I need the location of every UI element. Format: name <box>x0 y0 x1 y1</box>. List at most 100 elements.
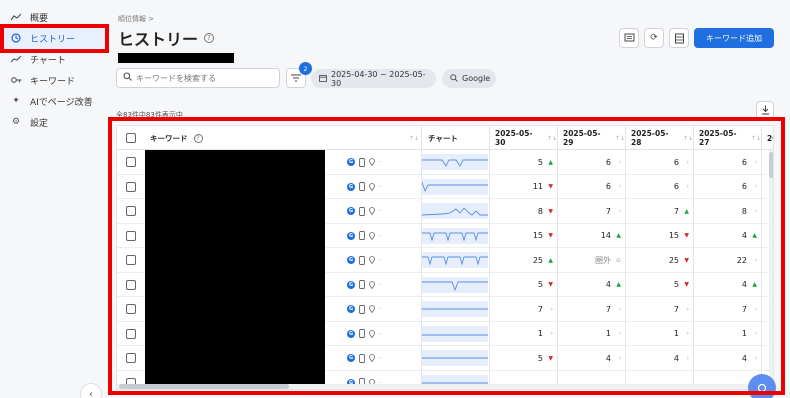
vertical-scrollbar-thumb[interactable] <box>769 152 773 178</box>
keyword-help-icon[interactable]: ? <box>193 133 203 143</box>
date-column-header[interactable]: 2025-05-28 ↑↓ <box>631 126 693 150</box>
row-checkbox[interactable] <box>126 304 136 314</box>
sidebar-item-overview[interactable]: 概要 <box>0 7 108 27</box>
chevron-left-icon: ‹ <box>89 388 93 398</box>
mobile-icon <box>359 280 365 289</box>
page-title: ヒストリー ? <box>118 26 215 50</box>
rank-flat-icon: › <box>754 305 757 313</box>
download-button[interactable] <box>756 101 774 119</box>
row-checkbox[interactable] <box>126 255 136 265</box>
location-pin-icon <box>369 329 375 338</box>
search-input[interactable] <box>136 73 276 83</box>
chart-icon <box>10 53 22 65</box>
refresh-button[interactable]: ⟳ <box>644 28 664 48</box>
history-icon <box>10 32 22 44</box>
rank-value: 6 <box>605 182 611 191</box>
keyword-search[interactable] <box>116 68 280 88</box>
sidebar-item-history[interactable]: ヒストリー <box>0 28 108 48</box>
print-button[interactable] <box>669 28 689 48</box>
date-column-header[interactable]: 20 <box>767 126 773 150</box>
breadcrumb[interactable]: 順位情報 > <box>118 14 154 24</box>
row-select-cell <box>126 273 136 297</box>
rank-value: 25 <box>532 255 543 265</box>
sidebar-item-label: ヒストリー <box>30 34 76 45</box>
comment-button[interactable] <box>619 28 639 48</box>
keyword-meta-icons: G · <box>347 346 381 370</box>
keyword-header-label: キーワード <box>150 133 188 143</box>
horizontal-scrollbar[interactable] <box>117 384 773 389</box>
mobile-icon <box>359 157 365 167</box>
rank-cell: 6 › <box>557 175 625 199</box>
row-select-cell <box>126 224 136 248</box>
rank-value: 6 <box>605 157 611 167</box>
location-pin-icon <box>369 231 375 240</box>
rank-down-icon: ▼ <box>684 281 689 288</box>
sidebar-collapse-button[interactable]: ‹ <box>80 383 102 398</box>
rank-cell: 4 ▲ <box>693 273 761 297</box>
date-column-header[interactable]: 2025-05-27 ↑↓ <box>699 126 761 150</box>
rank-sparkline <box>422 325 488 342</box>
select-all-checkbox[interactable] <box>126 133 136 143</box>
rank-cell: 1 › <box>693 322 761 346</box>
sidebar-item-settings[interactable]: ⚙ 設定 <box>0 112 108 132</box>
date-range-chip[interactable]: 2025-04-30 ~ 2025-05-30 <box>311 69 436 88</box>
add-keyword-button[interactable]: キーワード追加 <box>694 28 774 48</box>
row-checkbox[interactable] <box>126 328 136 339</box>
row-checkbox[interactable] <box>126 206 136 216</box>
row-checkbox[interactable] <box>126 181 136 192</box>
redacted-keywords <box>145 150 325 389</box>
sort-icon[interactable]: ↑↓ <box>409 135 419 142</box>
rank-cell: 6 › <box>557 150 625 174</box>
mobile-icon <box>359 329 365 338</box>
keyword-column-header[interactable]: キーワード ? ↑↓ <box>150 126 419 150</box>
location-pin-icon <box>369 182 375 191</box>
row-checkbox[interactable] <box>126 230 136 241</box>
sidebar: 概要 ヒストリー チャート キーワード ✦ AIでページ改善 ⚙ 設定 ‹ <box>0 0 108 398</box>
chat-button[interactable] <box>748 374 776 398</box>
mobile-icon <box>359 231 365 240</box>
horizontal-scrollbar-thumb[interactable] <box>119 384 289 389</box>
rank-flat-icon: › <box>754 207 757 215</box>
sidebar-item-ai-improve[interactable]: ✦ AIでページ改善 <box>0 91 108 111</box>
rank-flat-icon: › <box>754 256 757 264</box>
rank-value: 1 <box>537 329 543 338</box>
rank-cell: 7 ▲ <box>625 199 693 223</box>
table-header: キーワード ? ↑↓ チャート 2025-05-30 ↑↓ 2025-05-29 ↑… <box>117 126 773 150</box>
date-column-header[interactable]: 2025-05-29 ↑↓ <box>563 126 625 150</box>
help-icon[interactable]: ? <box>204 33 215 43</box>
google-icon: G <box>347 305 355 313</box>
row-checkbox[interactable] <box>126 279 136 290</box>
rank-value: 15 <box>532 231 543 240</box>
download-icon <box>761 105 769 115</box>
search-icon <box>123 72 132 84</box>
rank-cell: 6 › <box>693 150 761 174</box>
rank-value: 4 <box>741 353 747 363</box>
sidebar-item-label: キーワード <box>30 76 76 87</box>
google-icon: G <box>347 231 355 240</box>
rank-cell: 5 ▼ <box>625 273 693 297</box>
rank-value: 7 <box>537 304 543 314</box>
location-pin-icon <box>369 256 375 264</box>
rank-flat-icon: › <box>686 330 689 337</box>
rank-cell: 1 › <box>489 322 557 346</box>
rank-cell: 1 › <box>625 322 693 346</box>
keyword-meta-icons: G · <box>347 199 381 223</box>
date-column-header[interactable]: 2025-05-30 ↑↓ <box>495 126 557 150</box>
vertical-scrollbar[interactable] <box>769 150 773 389</box>
search-engine-chip[interactable]: Google <box>442 69 496 88</box>
rank-cell: 7 › <box>693 297 761 321</box>
sidebar-item-chart[interactable]: チャート <box>0 49 108 69</box>
rank-cell: 11 ▼ <box>489 175 557 199</box>
sidebar-item-keyword[interactable]: キーワード <box>0 70 108 90</box>
mobile-icon <box>359 304 365 314</box>
more-dot: · <box>379 256 382 264</box>
rank-sparkline <box>422 252 488 268</box>
more-dot: · <box>379 182 382 191</box>
rank-flat-icon: › <box>618 330 621 337</box>
rank-value: 1 <box>673 329 679 338</box>
row-checkbox[interactable] <box>126 157 136 167</box>
rank-flat-icon: › <box>686 354 689 362</box>
rank-down-icon: ▼ <box>684 232 689 239</box>
row-checkbox[interactable] <box>126 353 136 363</box>
google-icon: G <box>347 354 355 362</box>
